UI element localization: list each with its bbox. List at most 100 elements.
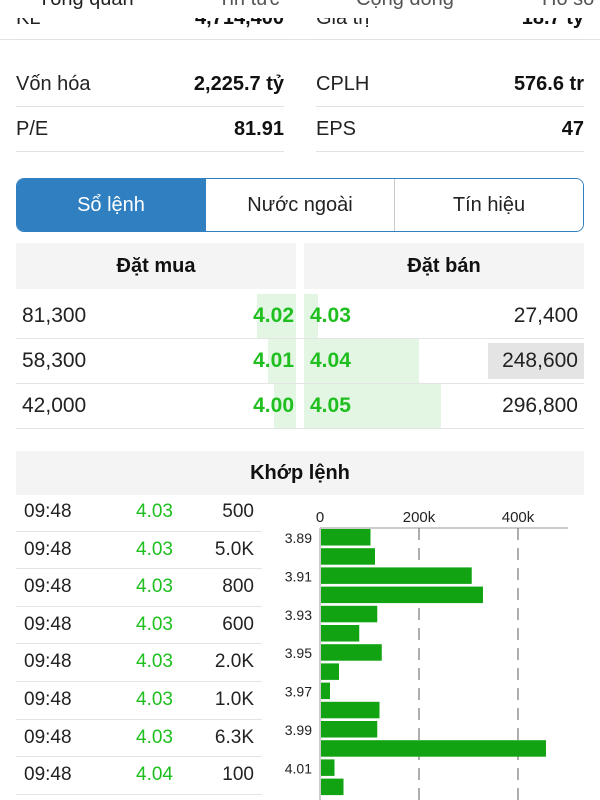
stat-row: Vốn hóa 2,225.7 tỷ CPLH 576.6 tr (16, 62, 584, 107)
segment-foreign[interactable]: Nước ngoài (206, 179, 395, 231)
matched-order-row: 09:48 4.03 600 (16, 607, 262, 645)
buy-volume: 42,000 (22, 394, 87, 417)
tab-profile[interactable]: Hồ sơ (542, 0, 596, 11)
matched-order-row: 09:48 4.03 2.0K (16, 644, 262, 682)
stat-value: 576.6 tr (513, 73, 584, 95)
stat-shares-outstanding: CPLH 576.6 tr (316, 62, 584, 107)
chart-bar (321, 605, 378, 623)
chart-x-tick-label: 200k (403, 509, 436, 526)
match-price: 4.03 (136, 538, 173, 560)
chart-y-tick-label: 3.95 (285, 645, 312, 661)
match-volume: 600 (222, 613, 254, 635)
matched-order-row: 09:48 4.03 500 (16, 494, 262, 532)
stat-label: Giá trị (316, 18, 370, 29)
sell-volume: 248,600 (502, 349, 578, 372)
chart-y-tick-label: 3.91 (285, 568, 312, 584)
matched-order-row: 09:48 4.04 100 (16, 757, 262, 795)
stat-value-traded: Giá trị 18.7 tỷ (316, 18, 584, 40)
match-price: 4.03 (136, 651, 173, 673)
chart-y-tick-label: 3.93 (285, 607, 312, 623)
matched-orders-title: Khớp lệnh (16, 451, 584, 495)
matched-order-row: 09:48 4.03 6.3K (16, 720, 262, 758)
chart-bar (321, 644, 382, 661)
chart-bar (321, 548, 375, 565)
match-time: 09:48 (24, 538, 72, 560)
sell-volume: 27,400 (513, 304, 578, 327)
order-book-row: 58,300 4.01 4.04 248,600 (16, 339, 584, 384)
chart-y-tick-label: 3.97 (285, 684, 312, 700)
match-time: 09:48 (24, 764, 72, 786)
match-volume: 5.0K (214, 538, 254, 560)
chart-bar (321, 701, 380, 719)
matched-order-row: 09:48 4.03 1.0K (16, 682, 262, 720)
matched-order-row: 09:48 4.03 800 (16, 569, 262, 607)
match-volume: 1.0K (214, 689, 254, 710)
buy-price[interactable]: 4.00 (253, 384, 294, 428)
sell-orders-header: Đặt bán (304, 243, 584, 289)
match-price: 4.03 (136, 726, 173, 748)
order-view-segmented-control: Sổ lệnh Nước ngoài Tín hiệu (16, 178, 584, 232)
match-price: 4.03 (136, 613, 173, 635)
stat-label: P/E (16, 118, 49, 140)
match-price: 4.03 (136, 689, 173, 710)
match-price: 4.03 (136, 501, 173, 522)
chart-y-tick-label: 3.99 (285, 722, 312, 738)
chart-bar (321, 740, 546, 757)
chart-x-tick-label: 400k (502, 509, 535, 526)
sell-price[interactable]: 4.05 (310, 384, 351, 428)
order-book-row: 81,300 4.02 4.03 27,400 (16, 294, 584, 339)
chart-bar (321, 567, 472, 584)
volume-by-price-chart: 0200k400k600k800k3.893.913.933.953.973.9… (285, 509, 568, 800)
stat-label: KL (16, 18, 41, 29)
buy-volume: 58,300 (22, 349, 87, 372)
stat-row: P/E 81.91 EPS 47 (16, 107, 584, 152)
match-price: 4.04 (136, 764, 173, 786)
segment-order-book[interactable]: Sổ lệnh (17, 179, 206, 231)
tab-community[interactable]: Cộng đồng (356, 0, 454, 11)
buy-price[interactable]: 4.02 (253, 294, 294, 338)
match-volume: 2.0K (214, 651, 254, 673)
buy-price[interactable]: 4.01 (253, 339, 294, 383)
stat-volume: KL 4,714,400 (16, 18, 284, 40)
stat-label: CPLH (316, 73, 370, 95)
match-volume: 500 (222, 501, 254, 522)
match-time: 09:48 (24, 576, 72, 598)
tab-overview[interactable]: Tổng quan (38, 0, 134, 11)
chart-bar (321, 529, 371, 546)
stat-pe: P/E 81.91 (16, 107, 284, 152)
stat-row: KL 4,714,400 Giá trị 18.7 tỷ (16, 18, 584, 40)
sell-volume: 296,800 (502, 394, 578, 417)
stat-label: Vốn hóa (16, 73, 91, 95)
match-time: 09:48 (24, 689, 72, 710)
chart-bar (321, 625, 360, 642)
chart-bar (321, 682, 330, 700)
chart-x-tick-label: 0 (316, 509, 324, 526)
sell-price[interactable]: 4.03 (310, 294, 351, 338)
tab-news[interactable]: Tin tức (218, 0, 280, 11)
segment-signals[interactable]: Tín hiệu (395, 179, 583, 231)
chart-bar (321, 759, 335, 776)
chart-bar (321, 663, 339, 680)
chart-y-tick-label: 3.89 (285, 530, 312, 546)
sell-price[interactable]: 4.04 (310, 339, 351, 383)
match-volume: 6.3K (214, 726, 254, 748)
match-price: 4.03 (136, 576, 173, 598)
chart-bar (321, 586, 483, 604)
buy-orders-header: Đặt mua (16, 243, 296, 289)
stat-value: 2,225.7 tỷ (193, 73, 284, 95)
chart-bar (321, 778, 344, 796)
match-time: 09:48 (24, 726, 72, 748)
stat-label: EPS (316, 118, 357, 140)
match-time: 09:48 (24, 613, 72, 635)
stat-value: 4,714,400 (195, 18, 284, 29)
match-time: 09:48 (24, 501, 72, 522)
chart-bar (321, 721, 378, 738)
stat-eps: EPS 47 (316, 107, 584, 152)
stat-market-cap: Vốn hóa 2,225.7 tỷ (16, 62, 284, 107)
match-volume: 100 (222, 764, 254, 786)
stat-value: 47 (561, 118, 584, 140)
order-book-row: 42,000 4.00 4.05 296,800 (16, 384, 584, 429)
matched-order-row: 09:48 4.03 5.0K (16, 532, 262, 570)
chart-y-tick-label: 4.01 (285, 760, 312, 776)
match-time: 09:48 (24, 651, 72, 673)
